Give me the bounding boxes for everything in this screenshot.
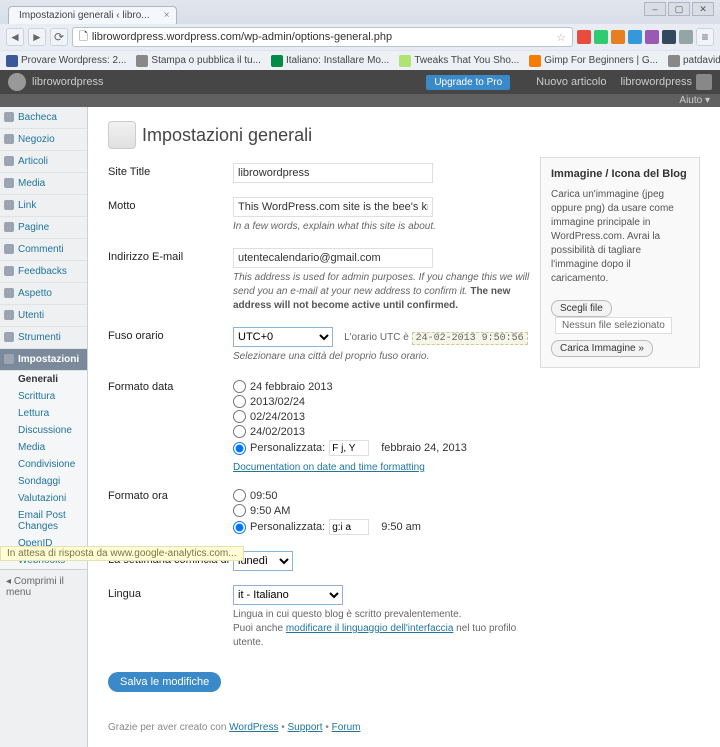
motto-desc: In a few words, explain what this site i…	[233, 220, 543, 234]
interface-lang-link[interactable]: modificare il linguaggio dell'interfacci…	[286, 622, 454, 636]
dateformat-radio[interactable]	[233, 425, 246, 438]
user-menu[interactable]: librowordpress	[620, 76, 692, 88]
sidebar-item-store[interactable]: Negozio	[0, 129, 87, 151]
address-bar[interactable]: 🗋 librowordpress.wordpress.com/wp-admin/…	[72, 27, 573, 47]
sidebar-item-dashboard[interactable]: Bacheca	[0, 107, 87, 129]
email-label: Indirizzo E-mail	[108, 248, 233, 313]
bookmark[interactable]: Gimp For Beginners | G...	[529, 55, 658, 67]
site-title-input[interactable]	[233, 163, 433, 183]
site-name[interactable]: librowordpress	[32, 76, 104, 88]
sidebar-item-comments[interactable]: Commenti	[0, 239, 87, 261]
choose-file-button[interactable]: Scegli file	[551, 300, 612, 317]
motto-input[interactable]	[233, 197, 433, 217]
collapse-menu[interactable]: ◂ Comprimi il menu	[0, 569, 87, 604]
window-controls[interactable]: –▢✕	[644, 2, 714, 16]
dateformat-radio-custom[interactable]	[233, 442, 246, 455]
email-input[interactable]	[233, 248, 433, 268]
timeformat-radio[interactable]	[233, 489, 246, 502]
dateformat-radio[interactable]	[233, 410, 246, 423]
settings-icon	[108, 121, 136, 149]
sidebar-item-posts[interactable]: Articoli	[0, 151, 87, 173]
extensions: ≡	[577, 28, 714, 46]
page-footer: Grazie per aver creato con WordPress • S…	[108, 722, 700, 733]
language-desc: Lingua in cui questo blog è scritto prev…	[233, 608, 543, 650]
timezone-desc: Selezionare una città del proprio fuso o…	[233, 350, 543, 364]
timeformat-radio-custom[interactable]	[233, 521, 246, 534]
blog-image-box: Immagine / Icona del Blog Carica un'imma…	[540, 157, 700, 368]
new-post-link[interactable]: Nuovo articolo	[536, 76, 606, 88]
bookmark[interactable]: Stampa o pubblica il tu...	[136, 55, 261, 67]
sidebar-sub-reading[interactable]: Lettura	[0, 405, 87, 422]
sidebar-sub-sharing[interactable]: Condivisione	[0, 456, 87, 473]
forward-button[interactable]: ►	[28, 28, 46, 46]
dateformat-doc-link[interactable]: Documentation on date and time formattin…	[233, 462, 425, 473]
reload-button[interactable]: ⟳	[50, 28, 68, 46]
star-icon[interactable]: ☆	[556, 31, 566, 44]
page-icon: 🗋	[79, 28, 88, 47]
dateformat-radio[interactable]	[233, 380, 246, 393]
dateformat-label: Formato data	[108, 378, 233, 473]
bookmark[interactable]: Italiano: Installare Mo...	[271, 55, 389, 67]
close-icon[interactable]: ×	[164, 10, 170, 21]
wp-logo-icon[interactable]	[8, 73, 26, 91]
wp-link[interactable]: WordPress	[229, 722, 278, 733]
sidebar-item-feedbacks[interactable]: Feedbacks	[0, 261, 87, 283]
language-select[interactable]: it - Italiano	[233, 585, 343, 605]
upgrade-button[interactable]: Upgrade to Pro	[426, 75, 510, 90]
upload-image-button[interactable]: Carica Immagine »	[551, 340, 653, 357]
timeformat-radio[interactable]	[233, 504, 246, 517]
sidebar-sub-general[interactable]: Generali	[0, 371, 87, 388]
forum-link[interactable]: Forum	[332, 722, 361, 733]
save-button[interactable]: Salva le modifiche	[108, 672, 221, 692]
dateformat-custom-input[interactable]	[329, 440, 369, 456]
motto-label: Motto	[108, 197, 233, 234]
sidebar-sub-polls[interactable]: Sondaggi	[0, 473, 87, 490]
sidebar-item-users[interactable]: Utenti	[0, 305, 87, 327]
site-title-label: Site Title	[108, 163, 233, 183]
blog-image-desc: Carica un'immagine (jpeg oppure png) da …	[551, 188, 689, 286]
utc-now: L'orario UTC è 24-02-2013 9:50:56	[344, 332, 528, 343]
sidebar-sub-discussion[interactable]: Discussione	[0, 422, 87, 439]
timezone-label: Fuso orario	[108, 327, 233, 364]
bookmarks-bar: Provare Wordpress: 2... Stampa o pubblic…	[0, 50, 720, 70]
sidebar-sub-ratings[interactable]: Valutazioni	[0, 490, 87, 507]
sidebar-sub-media[interactable]: Media	[0, 439, 87, 456]
wp-admin-bar: librowordpress Upgrade to Pro Nuovo arti…	[0, 70, 720, 94]
page-title: Impostazioni generali	[108, 121, 700, 149]
menu-icon[interactable]: ≡	[696, 28, 714, 46]
help-tab[interactable]: Aiuto ▾	[0, 94, 720, 107]
bookmark[interactable]: Provare Wordpress: 2...	[6, 55, 126, 67]
sidebar-item-media[interactable]: Media	[0, 173, 87, 195]
avatar[interactable]	[696, 74, 712, 90]
email-desc: This address is used for admin purposes.…	[233, 271, 543, 313]
sidebar-sub-writing[interactable]: Scrittura	[0, 388, 87, 405]
timeformat-custom-input[interactable]	[329, 519, 369, 535]
sidebar-sub-emailpost[interactable]: Email Post Changes	[0, 507, 87, 535]
language-label: Lingua	[108, 585, 233, 650]
admin-sidebar: Bacheca Negozio Articoli Media Link Pagi…	[0, 107, 88, 747]
tab-title: Impostazioni generali ‹ libro...	[19, 10, 150, 21]
bookmark[interactable]: Tweaks That You Sho...	[399, 55, 519, 67]
file-name-display: Nessun file selezionato	[555, 317, 672, 334]
sidebar-item-appearance[interactable]: Aspetto	[0, 283, 87, 305]
sidebar-item-pages[interactable]: Pagine	[0, 217, 87, 239]
timezone-select[interactable]: UTC+0	[233, 327, 333, 347]
bookmark[interactable]: patdavid.net: Getting ...	[668, 55, 720, 67]
timeformat-label: Formato ora	[108, 487, 233, 537]
browser-tab[interactable]: Impostazioni generali ‹ libro... ×	[8, 6, 177, 24]
dateformat-radio[interactable]	[233, 395, 246, 408]
support-link[interactable]: Support	[288, 722, 323, 733]
blog-image-title: Immagine / Icona del Blog	[551, 168, 689, 180]
browser-status-bar: In attesa di risposta da www.google-anal…	[0, 546, 244, 561]
sidebar-item-tools[interactable]: Strumenti	[0, 327, 87, 349]
back-button[interactable]: ◄	[6, 28, 24, 46]
sidebar-item-links[interactable]: Link	[0, 195, 87, 217]
sidebar-item-settings[interactable]: Impostazioni	[0, 349, 87, 371]
